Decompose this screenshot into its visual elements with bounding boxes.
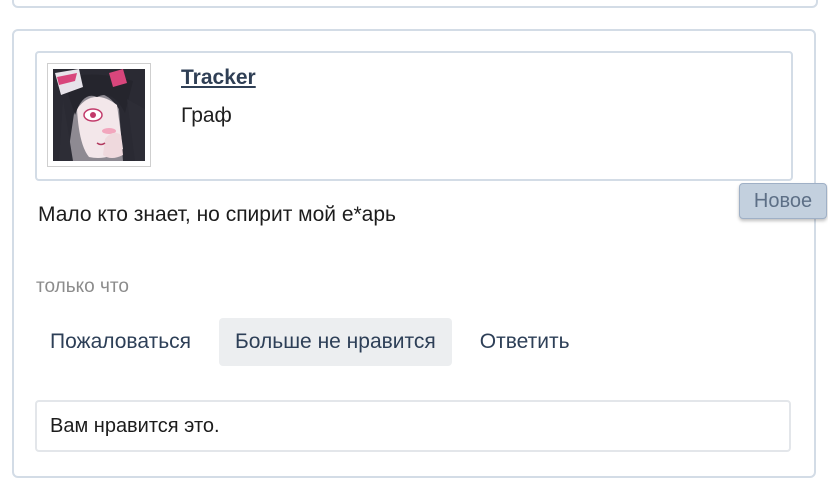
author-title: Граф	[181, 104, 232, 127]
reply-button[interactable]: Ответить	[464, 318, 586, 366]
unlike-button[interactable]: Больше не нравится	[219, 318, 452, 366]
post-message: Мало кто знает, но спирит мой е*арь	[38, 203, 396, 226]
author-info-box: Tracker Граф Новое	[35, 51, 827, 219]
author-username-link[interactable]: Tracker	[181, 66, 256, 90]
new-badge: Новое	[739, 183, 827, 219]
previous-post-card	[12, 0, 818, 8]
likes-summary: Вам нравится это.	[35, 400, 791, 452]
report-button[interactable]: Пожаловаться	[34, 318, 207, 366]
post-timestamp[interactable]: только что	[36, 276, 129, 298]
post-card: Tracker Граф Новое Мало кто знает, но сп…	[12, 29, 827, 478]
anime-girl-avatar-icon	[53, 69, 145, 161]
post-actions: Пожаловаться Больше не нравится Ответить	[34, 318, 586, 366]
avatar[interactable]	[47, 63, 151, 167]
